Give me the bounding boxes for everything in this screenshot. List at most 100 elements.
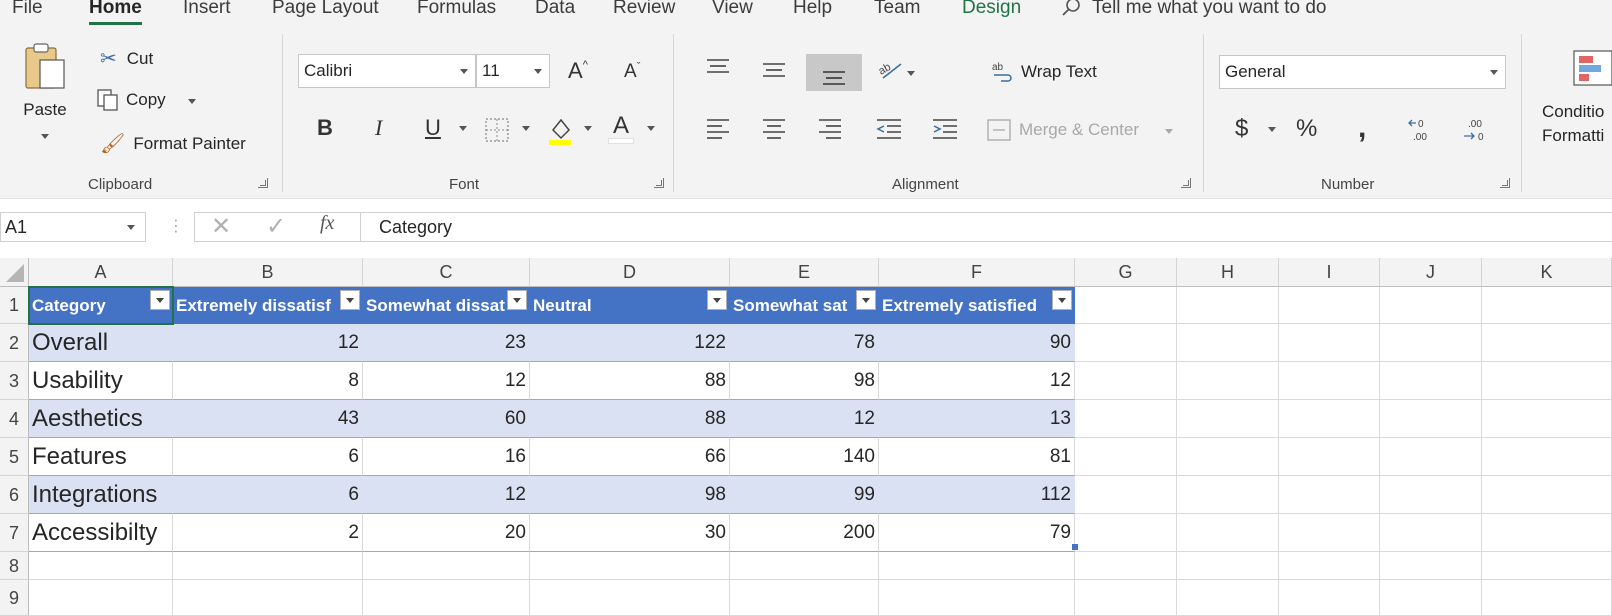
search-icon[interactable]	[1060, 0, 1082, 25]
confirm-entry-icon[interactable]: ✓	[266, 212, 286, 241]
copy-button[interactable]: Copy	[96, 88, 166, 112]
empty-cell[interactable]	[1380, 580, 1482, 616]
table-cell[interactable]: 88	[530, 400, 730, 438]
table-cell[interactable]: Aesthetics	[29, 400, 173, 438]
tab-home[interactable]: Home	[89, 0, 142, 25]
column-header[interactable]: H	[1177, 258, 1279, 287]
table-cell[interactable]: 200	[730, 514, 879, 552]
row-header[interactable]: 4	[0, 400, 29, 438]
empty-cell[interactable]	[1177, 287, 1279, 324]
table-cell[interactable]: 43	[173, 400, 363, 438]
tab-insert[interactable]: Insert	[183, 0, 231, 19]
table-cell[interactable]: 90	[879, 324, 1075, 362]
increase-decimal-icon[interactable]: 0 .00	[1408, 116, 1436, 144]
grip-icon[interactable]: ⋮	[168, 216, 184, 236]
empty-cell[interactable]	[530, 580, 730, 616]
empty-cell[interactable]	[173, 580, 363, 616]
column-header[interactable]: C	[363, 258, 530, 287]
empty-cell[interactable]	[1279, 514, 1380, 552]
font-color-button[interactable]: A	[608, 112, 634, 144]
empty-cell[interactable]	[1482, 324, 1612, 362]
table-cell[interactable]: 12	[879, 362, 1075, 400]
empty-cell[interactable]	[1075, 400, 1177, 438]
empty-cell[interactable]	[173, 552, 363, 580]
empty-cell[interactable]	[879, 552, 1075, 580]
number-format-combo[interactable]: General	[1219, 55, 1506, 89]
tab-file[interactable]: File	[12, 0, 43, 19]
empty-cell[interactable]	[1482, 400, 1612, 438]
row-header[interactable]: 3	[0, 362, 29, 400]
cut-button[interactable]: ✂ Cut	[100, 46, 153, 71]
table-cell[interactable]: 88	[530, 362, 730, 400]
empty-cell[interactable]	[1075, 287, 1177, 324]
empty-cell[interactable]	[1482, 287, 1612, 324]
filter-dropdown-icon[interactable]	[707, 290, 727, 310]
table-header-cell[interactable]: Extremely dissatisf	[173, 287, 363, 324]
empty-cell[interactable]	[1279, 324, 1380, 362]
empty-cell[interactable]	[1177, 362, 1279, 400]
empty-cell[interactable]	[1075, 476, 1177, 514]
wrap-text-button[interactable]: ab Wrap Text	[991, 60, 1097, 84]
table-cell[interactable]: 8	[173, 362, 363, 400]
empty-cell[interactable]	[530, 552, 730, 580]
column-header[interactable]: G	[1075, 258, 1177, 287]
tab-team[interactable]: Team	[874, 0, 920, 19]
conditional-formatting-label-2[interactable]: Formatti	[1542, 126, 1604, 146]
merge-center-button[interactable]: Merge & Center	[987, 119, 1139, 141]
conditional-formatting-label-1[interactable]: Conditio	[1542, 102, 1604, 122]
select-all-button[interactable]	[0, 258, 29, 287]
tell-me-search[interactable]: Tell me what you want to do	[1092, 0, 1326, 19]
table-cell[interactable]: 79	[879, 514, 1075, 552]
formula-input[interactable]: Category	[360, 212, 1612, 242]
bottom-align-button[interactable]	[806, 54, 862, 91]
table-header-cell[interactable]: Somewhat dissat	[363, 287, 530, 324]
table-cell[interactable]: 122	[530, 324, 730, 362]
row-header[interactable]: 5	[0, 438, 29, 476]
empty-cell[interactable]	[1177, 400, 1279, 438]
row-header[interactable]: 9	[0, 580, 29, 616]
font-color-dropdown-icon[interactable]	[647, 126, 655, 131]
empty-cell[interactable]	[1380, 362, 1482, 400]
borders-icon[interactable]	[485, 118, 509, 142]
empty-cell[interactable]	[1279, 580, 1380, 616]
filter-dropdown-icon[interactable]	[340, 290, 360, 310]
bold-button[interactable]: B	[317, 117, 333, 139]
table-cell[interactable]: 16	[363, 438, 530, 476]
table-cell[interactable]: 30	[530, 514, 730, 552]
table-header-cell[interactable]: Neutral	[530, 287, 730, 324]
empty-cell[interactable]	[1177, 476, 1279, 514]
empty-cell[interactable]	[29, 552, 173, 580]
empty-cell[interactable]	[1380, 476, 1482, 514]
column-header[interactable]: I	[1279, 258, 1380, 287]
paste-button[interactable]: Paste	[12, 42, 78, 120]
empty-cell[interactable]	[1482, 552, 1612, 580]
row-header[interactable]: 2	[0, 324, 29, 362]
decrease-decimal-icon[interactable]: .00 0	[1462, 116, 1490, 144]
fill-color-dropdown-icon[interactable]	[584, 126, 592, 131]
row-header[interactable]: 8	[0, 552, 29, 580]
table-cell[interactable]: 2	[173, 514, 363, 552]
column-header[interactable]: B	[173, 258, 363, 287]
empty-cell[interactable]	[1177, 552, 1279, 580]
empty-cell[interactable]	[1279, 438, 1380, 476]
empty-cell[interactable]	[363, 580, 530, 616]
cancel-entry-icon[interactable]: ✕	[211, 212, 231, 241]
table-cell[interactable]: 78	[730, 324, 879, 362]
table-cell[interactable]: 81	[879, 438, 1075, 476]
table-cell[interactable]: 98	[530, 476, 730, 514]
empty-cell[interactable]	[730, 552, 879, 580]
empty-cell[interactable]	[1075, 362, 1177, 400]
table-cell[interactable]: 12	[363, 476, 530, 514]
row-header[interactable]: 7	[0, 514, 29, 552]
empty-cell[interactable]	[1177, 438, 1279, 476]
orientation-icon[interactable]: ab	[877, 58, 905, 82]
empty-cell[interactable]	[1177, 324, 1279, 362]
alignment-launcher-icon[interactable]	[1181, 178, 1191, 188]
table-cell[interactable]: 140	[730, 438, 879, 476]
paste-dropdown-icon[interactable]	[41, 134, 49, 139]
table-cell[interactable]: 98	[730, 362, 879, 400]
number-launcher-icon[interactable]	[1500, 178, 1510, 188]
column-header[interactable]: D	[530, 258, 730, 287]
empty-cell[interactable]	[879, 580, 1075, 616]
table-cell[interactable]: 66	[530, 438, 730, 476]
